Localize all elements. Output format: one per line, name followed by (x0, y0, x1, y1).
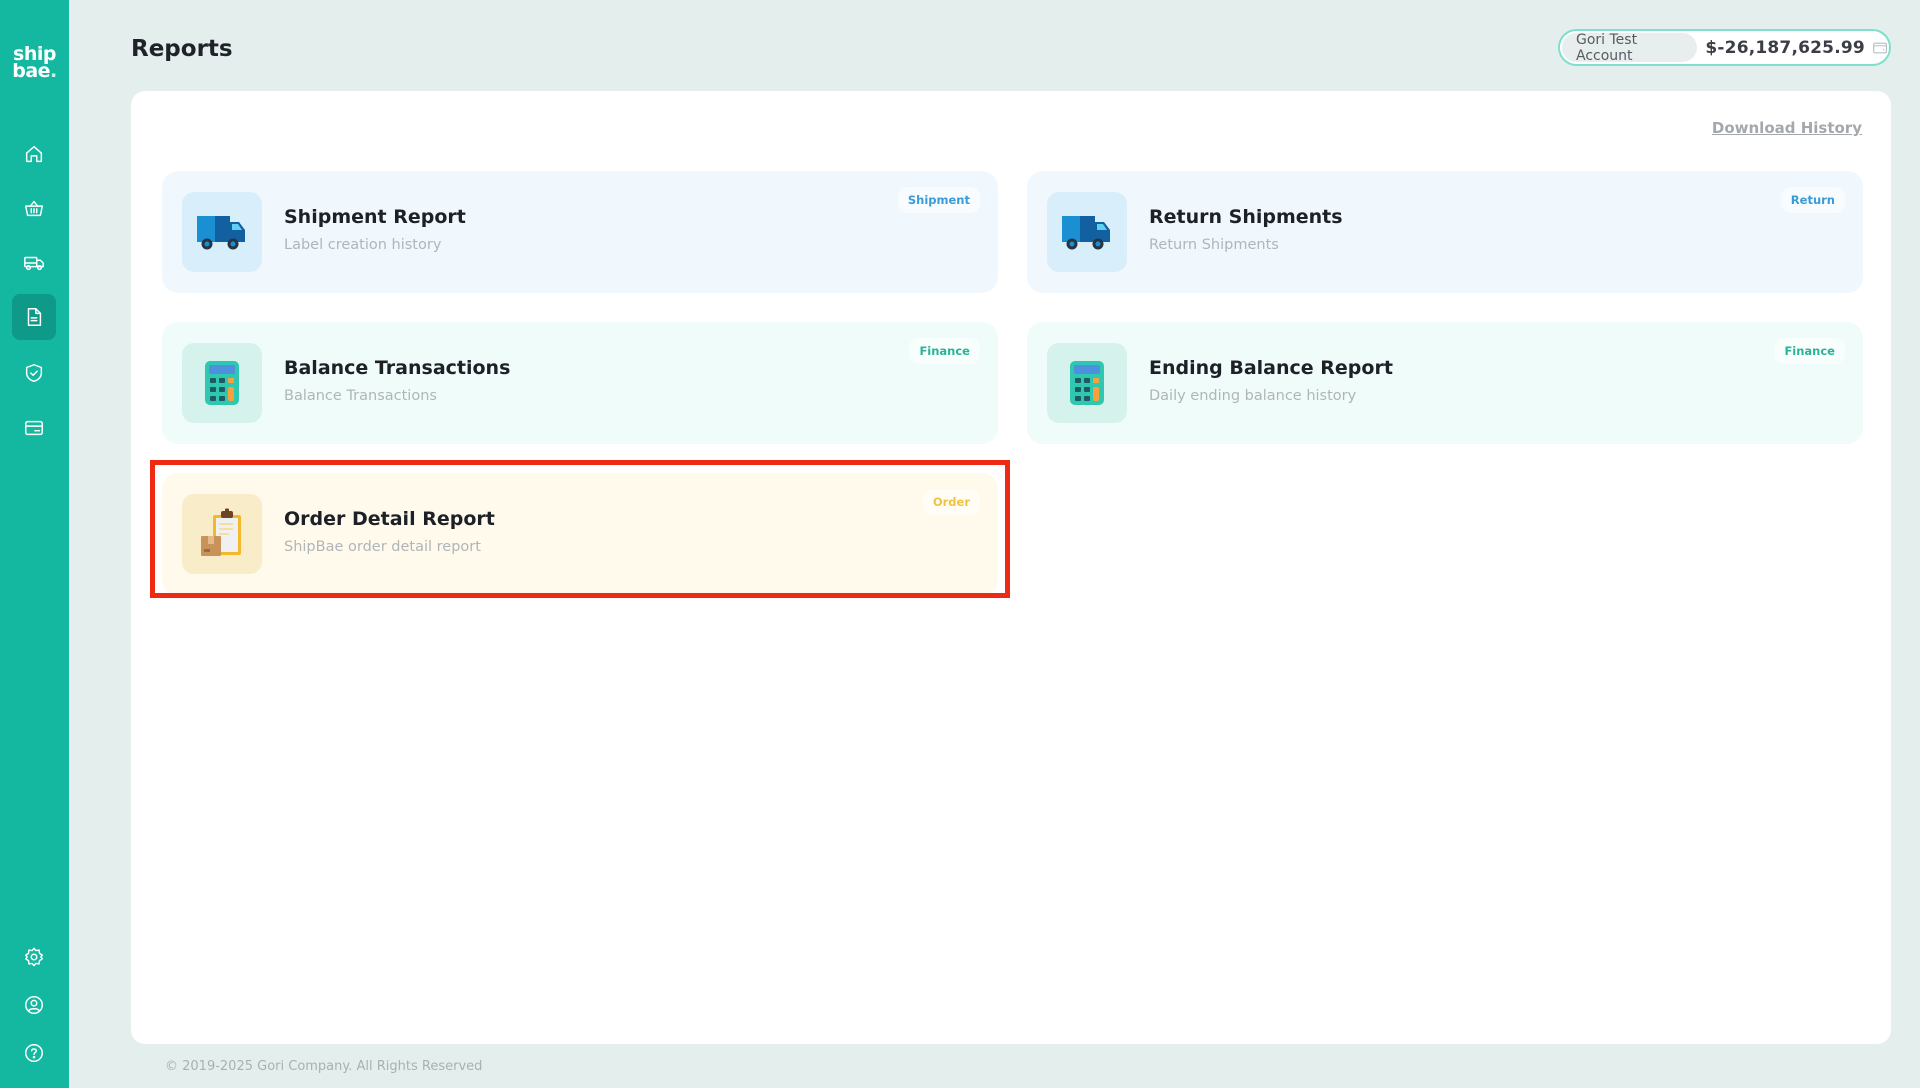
sidebar: ship bae. (0, 0, 69, 1088)
footer-copyright: © 2019-2025 Gori Company. All Rights Res… (165, 1059, 483, 1074)
calculator-icon (205, 361, 239, 405)
card-subtitle: Label creation history (284, 237, 442, 253)
clipboard-box-icon (201, 508, 241, 556)
card-subtitle: Balance Transactions (284, 388, 437, 404)
card-title: Order Detail Report (284, 508, 495, 530)
card-icon-box (1047, 192, 1127, 272)
page-title: Reports (131, 36, 233, 62)
card-icon-box (182, 192, 262, 272)
shipbae-logo[interactable]: ship bae. (0, 45, 69, 82)
logo-line-2: bae (12, 60, 51, 82)
sidebar-item-reports[interactable] (12, 294, 56, 340)
report-card-return[interactable]: Return Shipments Return Shipments Return (1027, 171, 1863, 293)
user-circle-icon (25, 996, 43, 1014)
question-circle-icon (25, 1044, 43, 1062)
card-title: Return Shipments (1149, 206, 1343, 228)
credit-card-icon (25, 420, 43, 436)
shield-check-icon (25, 364, 43, 382)
card-icon-box (182, 494, 262, 574)
sidebar-item-help[interactable] (12, 1030, 56, 1076)
card-title: Balance Transactions (284, 357, 511, 379)
account-name: Gori Test Account (1562, 32, 1698, 64)
card-icon-box (182, 343, 262, 423)
report-card-balance-transactions[interactable]: Balance Transactions Balance Transaction… (162, 322, 998, 444)
home-icon (25, 145, 43, 163)
card-tag: Order (922, 489, 980, 515)
basket-icon (25, 200, 43, 217)
truck-icon (197, 216, 245, 250)
card-tag: Finance (1774, 338, 1845, 364)
account-balance: $-26,187,625.99 (1705, 37, 1865, 58)
truck-icon (24, 256, 44, 271)
card-icon-box (1047, 343, 1127, 423)
logo-dot: . (50, 60, 57, 82)
sidebar-item-account[interactable] (12, 982, 56, 1028)
report-card-shipment[interactable]: Shipment Report Label creation history S… (162, 171, 998, 293)
sidebar-item-settings[interactable] (12, 934, 56, 980)
account-balance-pill[interactable]: Gori Test Account $-26,187,625.99 (1558, 29, 1891, 66)
card-subtitle: Daily ending balance history (1149, 388, 1357, 404)
sidebar-item-insurance[interactable] (12, 350, 56, 396)
sidebar-item-home[interactable] (12, 131, 56, 177)
truck-icon (1062, 216, 1110, 250)
card-title: Shipment Report (284, 206, 466, 228)
card-subtitle: Return Shipments (1149, 237, 1279, 253)
calculator-icon (1070, 361, 1104, 405)
card-tag: Return (1780, 187, 1845, 213)
gear-icon (25, 947, 43, 967)
card-subtitle: ShipBae order detail report (284, 539, 481, 555)
document-icon (27, 308, 42, 326)
card-tag: Finance (909, 338, 980, 364)
sidebar-item-billing[interactable] (12, 405, 56, 451)
download-history-link[interactable]: Download History (1712, 119, 1862, 137)
sidebar-item-shipments[interactable] (12, 240, 56, 286)
reports-panel: Download History Shipment Report Label c… (131, 91, 1891, 1044)
sidebar-item-orders[interactable] (12, 185, 56, 231)
wallet-icon (1873, 42, 1887, 53)
report-card-order-detail[interactable]: Order Detail Report ShipBae order detail… (162, 473, 998, 595)
card-title: Ending Balance Report (1149, 357, 1393, 379)
card-tag: Shipment (897, 187, 980, 213)
report-card-ending-balance[interactable]: Ending Balance Report Daily ending balan… (1027, 322, 1863, 444)
